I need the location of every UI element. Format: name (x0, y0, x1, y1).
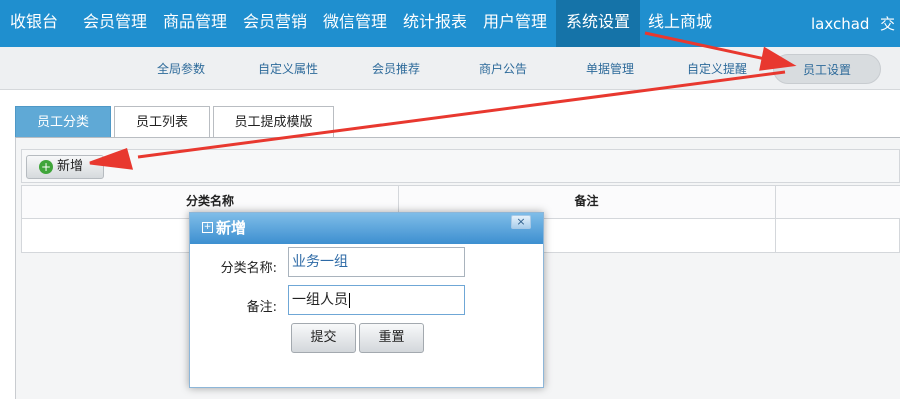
submit-button[interactable]: 提交 (291, 323, 356, 353)
reset-button[interactable]: 重置 (359, 323, 424, 353)
nav-member-marketing[interactable]: 会员营销 (233, 0, 313, 47)
category-name-input[interactable]: 业务一组 (288, 247, 465, 277)
category-name-label: 分类名称: (220, 261, 277, 276)
subnav-merchant-notice[interactable]: 商户公告 (479, 47, 527, 90)
sub-nav: 全局参数 自定义属性 会员推荐 商户公告 单据管理 自定义提醒 员工设置 (0, 47, 900, 90)
top-nav: 收银台 会员管理 商品管理 会员营销 微信管理 统计报表 用户管理 系统设置 线… (0, 0, 900, 47)
page: 收银台 会员管理 商品管理 会员营销 微信管理 统计报表 用户管理 系统设置 线… (0, 0, 900, 399)
note-input-value: 一组人员 (292, 292, 348, 308)
nav-product-management[interactable]: 商品管理 (153, 0, 233, 47)
tab-staff-commission-template[interactable]: 员工提成模版 (213, 106, 334, 137)
subnav-staff-settings[interactable]: 员工设置 (773, 54, 881, 84)
dialog-title: 新增 (216, 219, 247, 237)
nav-online-mall[interactable]: 线上商城 (640, 0, 730, 47)
nav-wechat-management[interactable]: 微信管理 (313, 0, 393, 47)
nav-exchange[interactable]: 交 (880, 0, 895, 47)
subnav-member-referral[interactable]: 会员推荐 (372, 47, 420, 90)
nav-system-settings[interactable]: 系统设置 (556, 0, 640, 47)
subnav-document-management[interactable]: 单据管理 (586, 47, 634, 90)
subnav-global-params[interactable]: 全局参数 (157, 47, 205, 90)
tab-staff-list[interactable]: 员工列表 (114, 106, 210, 137)
username[interactable]: laxchad (811, 0, 869, 47)
tab-staff-category[interactable]: 员工分类 (15, 106, 111, 137)
note-label: 备注: (246, 300, 277, 315)
add-button[interactable]: + 新增 (26, 155, 104, 179)
window-icon: + (202, 222, 213, 233)
nav-statistics-reports[interactable]: 统计报表 (393, 0, 473, 47)
add-category-dialog: + 新增 × 分类名称: 业务一组 备注: 一组人员 提交 重置 (189, 212, 544, 388)
toolbar (21, 149, 900, 183)
nav-member-management[interactable]: 会员管理 (73, 0, 153, 47)
nav-user-management[interactable]: 用户管理 (473, 0, 556, 47)
nav-cashier[interactable]: 收银台 (0, 0, 73, 47)
text-caret (349, 292, 350, 308)
subnav-custom-reminder[interactable]: 自定义提醒 (687, 47, 747, 90)
dialog-header[interactable]: + 新增 × (190, 213, 543, 244)
add-button-label: 新增 (57, 159, 84, 174)
subnav-custom-attributes[interactable]: 自定义属性 (258, 47, 318, 90)
close-icon[interactable]: × (511, 215, 531, 229)
note-input[interactable]: 一组人员 (288, 285, 465, 315)
column-divider (775, 186, 776, 252)
plus-circle-icon: + (39, 160, 53, 174)
